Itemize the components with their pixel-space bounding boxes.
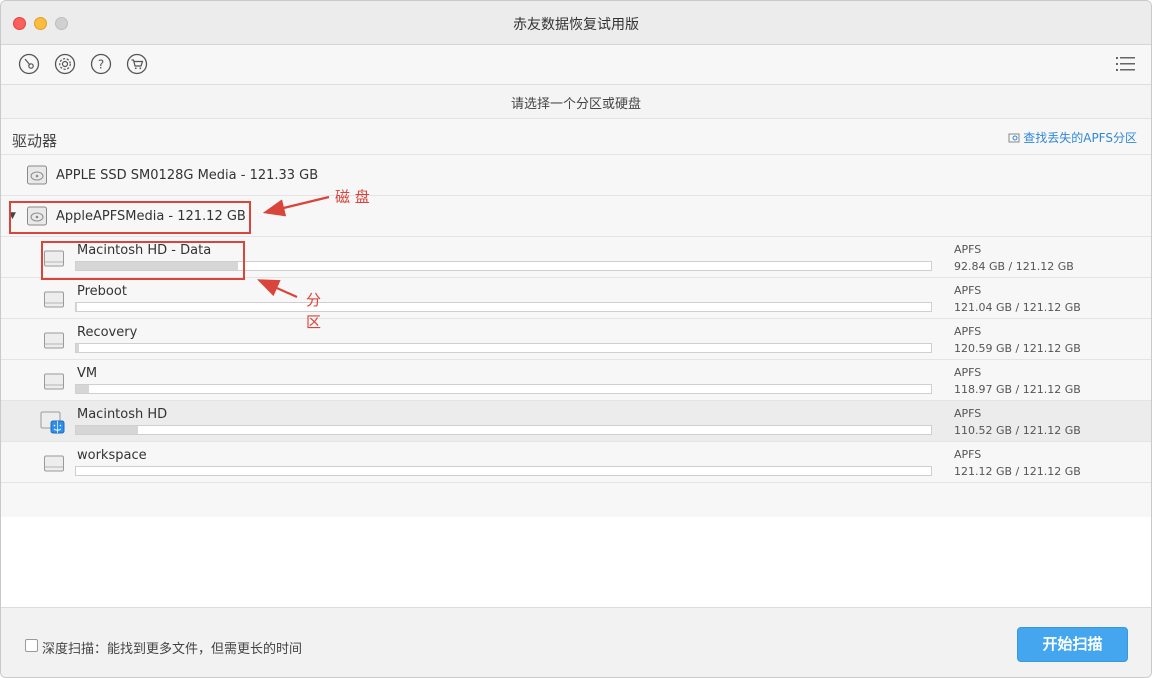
footer-bar: 深度扫描：能找到更多文件，但需更长的时间 开始扫描: [1, 607, 1151, 677]
partition-highlight-box: [41, 241, 245, 280]
partition-drive-icon: [43, 452, 65, 474]
drives-title: 驱动器: [12, 132, 58, 150]
filesystem-type: APFS: [954, 325, 982, 338]
partition-row[interactable]: workspace APFS 121.12 GB / 121.12 GB: [1, 442, 1151, 483]
partition-size: 120.59 GB / 121.12 GB: [954, 342, 1081, 355]
filesystem-type: APFS: [954, 366, 982, 379]
deep-scan-checkbox[interactable]: [25, 639, 38, 652]
partition-annotation-label-2: 区: [306, 313, 322, 331]
cart-icon[interactable]: [126, 53, 148, 75]
disk-recovery-icon[interactable]: [18, 53, 40, 75]
partition-size: 92.84 GB / 121.12 GB: [954, 260, 1074, 273]
help-icon[interactable]: ?: [90, 53, 112, 75]
partition-name: Recovery: [77, 325, 138, 340]
filesystem-type: APFS: [954, 448, 982, 461]
partition-size: 121.04 GB / 121.12 GB: [954, 301, 1081, 314]
filesystem-type: APFS: [954, 407, 982, 420]
macos-drive-icon: [39, 407, 67, 435]
find-lost-apfs-link[interactable]: 查找丢失的APFS分区: [1008, 129, 1137, 146]
partition-size: 110.52 GB / 121.12 GB: [954, 424, 1081, 437]
start-scan-button[interactable]: 开始扫描: [1017, 627, 1128, 662]
partition-drive-icon: [43, 370, 65, 392]
svg-text:?: ?: [98, 58, 104, 72]
partition-name: Macintosh HD: [77, 407, 168, 422]
disk-annotation-label: 磁 盘: [335, 188, 370, 206]
disk-highlight-box: [9, 201, 251, 234]
search-disk-icon: [1008, 133, 1020, 143]
partition-annotation-label-1: 分: [306, 291, 322, 309]
filesystem-type: APFS: [954, 284, 982, 297]
usage-bar: [75, 302, 932, 312]
usage-bar-fill: [76, 344, 80, 352]
settings-icon[interactable]: [54, 53, 76, 75]
hard-disk-icon: [26, 164, 48, 186]
usage-bar-fill: [76, 426, 138, 434]
partition-name: workspace: [77, 448, 147, 463]
app-window: 赤友数据恢复试用版 ? 请选择一个分区或硬盘 驱动器 查找丢失的APFS分区 A…: [0, 0, 1152, 678]
partition-row[interactable]: Macintosh HD APFS 110.52 GB / 121.12 GB: [1, 401, 1151, 442]
usage-bar: [75, 425, 932, 435]
partition-drive-icon: [43, 288, 65, 310]
filesystem-type: APFS: [954, 243, 982, 256]
disk-row[interactable]: APPLE SSD SM0128G Media - 121.33 GB: [1, 155, 1151, 196]
drives-section-header: 驱动器 查找丢失的APFS分区: [1, 119, 1151, 155]
instruction-text: 请选择一个分区或硬盘: [510, 97, 641, 112]
disk-label: APPLE SSD SM0128G Media - 121.33 GB: [56, 168, 319, 183]
partition-size: 121.12 GB / 121.12 GB: [954, 465, 1081, 478]
partition-row[interactable]: Recovery APFS 120.59 GB / 121.12 GB: [1, 319, 1151, 360]
toolbar: ?: [1, 45, 1151, 85]
title-bar: 赤友数据恢复试用版: [1, 1, 1151, 45]
empty-list-area: [1, 517, 1151, 607]
usage-bar: [75, 343, 932, 353]
find-lost-apfs-label: 查找丢失的APFS分区: [1023, 131, 1137, 145]
deep-scan-label[interactable]: 深度扫描：能找到更多文件，但需更长的时间: [42, 638, 302, 657]
window-title: 赤友数据恢复试用版: [513, 17, 639, 33]
usage-bar: [75, 384, 932, 394]
partition-name: Preboot: [77, 284, 127, 299]
partition-row[interactable]: VM APFS 118.97 GB / 121.12 GB: [1, 360, 1151, 401]
partition-row[interactable]: Preboot APFS 121.04 GB / 121.12 GB: [1, 278, 1151, 319]
partition-drive-icon: [43, 329, 65, 351]
partition-size: 118.97 GB / 121.12 GB: [954, 383, 1081, 396]
usage-bar-fill: [76, 303, 77, 311]
usage-bar-fill: [76, 385, 89, 393]
partition-name: VM: [77, 366, 98, 381]
instruction-bar: 请选择一个分区或硬盘: [1, 85, 1151, 119]
usage-bar: [75, 466, 932, 476]
list-menu-icon[interactable]: [1115, 54, 1137, 76]
